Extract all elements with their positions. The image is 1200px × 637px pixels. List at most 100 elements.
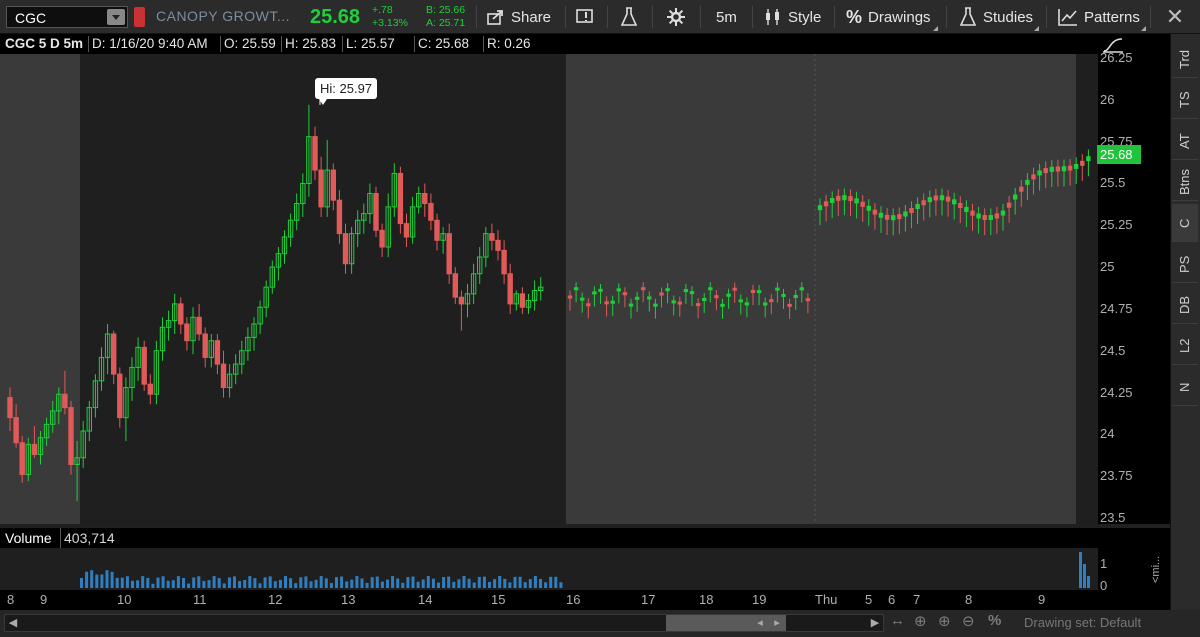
price-chart[interactable]: [0, 54, 1098, 524]
sidebar-tab-at[interactable]: AT: [1172, 122, 1198, 160]
drawings-label: Drawings: [868, 8, 931, 26]
candle-body: [647, 296, 652, 300]
crosshair-icon[interactable]: ⊕: [914, 612, 927, 630]
candle-body: [501, 249, 507, 275]
regular-session-bg: [80, 54, 566, 524]
scroll-left-icon[interactable]: ◀: [6, 615, 20, 631]
time-tick-label: 18: [699, 592, 714, 607]
volume-bar: [365, 582, 369, 588]
candle-body: [830, 198, 835, 204]
volume-bar: [355, 576, 359, 588]
candle-body: [677, 301, 682, 305]
timeframe-button[interactable]: 5m: [716, 0, 737, 34]
last-price: 25.68: [310, 6, 361, 28]
volume-bar: [161, 576, 165, 588]
volume-bar: [146, 577, 150, 588]
volume-bar: [166, 580, 170, 588]
time-tick-label: 5: [865, 592, 873, 607]
drawing-set-label[interactable]: Drawing set: Default: [1024, 615, 1170, 633]
sidebar-tab-label: N: [1177, 382, 1192, 392]
candle-body: [379, 229, 385, 248]
corner-mark: [933, 26, 938, 31]
candle-body: [336, 199, 343, 235]
volume-bar: [136, 580, 140, 588]
symbol-selector[interactable]: CGC: [6, 6, 128, 28]
candle-body: [62, 393, 68, 409]
share-icon: [487, 10, 503, 25]
candle-body: [1031, 174, 1036, 180]
candle-body: [756, 290, 762, 294]
volume-bar: [467, 578, 471, 588]
candle-body: [683, 289, 689, 293]
pct-change: +3.13%: [372, 17, 408, 29]
toolbar-divider: [1150, 6, 1151, 28]
volume-bar: [370, 577, 374, 588]
sidebar-tab-trd[interactable]: Trd: [1172, 40, 1198, 78]
candle-body: [763, 302, 768, 306]
sidebar-tab-db[interactable]: DB: [1172, 286, 1198, 324]
style-button[interactable]: Style: [764, 0, 821, 34]
time-tick-label: 12: [268, 592, 283, 607]
volume-bar: [207, 580, 211, 588]
alert-flag-icon[interactable]: [134, 7, 145, 27]
percent-icon[interactable]: %: [988, 612, 1001, 629]
candle-body: [318, 169, 324, 208]
patterns-button[interactable]: Patterns: [1058, 0, 1140, 34]
candle-body: [1086, 156, 1091, 162]
candle-body: [1074, 163, 1079, 169]
sidebar-tab-l2[interactable]: L2: [1172, 327, 1198, 365]
flag-chart-button[interactable]: [576, 0, 602, 34]
scroll-right-icon[interactable]: ▶: [868, 615, 882, 631]
chevron-left-icon[interactable]: ◂: [753, 615, 767, 631]
candle-body: [1061, 166, 1067, 172]
candle-body: [616, 288, 621, 292]
volume-bar: [406, 577, 410, 588]
volume-bar: [151, 583, 155, 588]
candle-body: [1049, 166, 1054, 172]
sidebar-tab-n[interactable]: N: [1172, 368, 1198, 406]
studies-button[interactable]: Studies: [959, 0, 1033, 34]
sidebar-tab-ts[interactable]: TS: [1172, 81, 1198, 119]
toolbar-divider: [946, 6, 947, 28]
candle-body: [592, 291, 597, 295]
sidebar-tab-ps[interactable]: PS: [1172, 245, 1198, 283]
pan-icon[interactable]: ↔: [890, 612, 905, 629]
volume-bar: [426, 576, 430, 588]
volume-bar: [549, 576, 553, 588]
flask-icon: [959, 7, 977, 26]
share-button[interactable]: Share: [487, 0, 551, 34]
candle-body: [452, 273, 459, 298]
price-axis[interactable]: [1098, 34, 1170, 524]
toolbar-divider: [834, 6, 835, 28]
volume-bar: [197, 576, 201, 588]
candle-body: [428, 203, 434, 221]
zoom-out-icon[interactable]: ⊖: [962, 612, 975, 630]
candle-body: [573, 287, 579, 291]
sidebar-tab-c[interactable]: C: [1172, 204, 1198, 242]
drawings-button[interactable]: % Drawings: [846, 0, 931, 34]
zoom-in-icon[interactable]: ⊕: [938, 612, 951, 630]
patterns-label: Patterns: [1084, 8, 1140, 26]
volume-label: Volume: [5, 530, 52, 546]
close-icon[interactable]: ✕: [1154, 3, 1196, 31]
candle-body: [909, 208, 914, 214]
sidebar-tab-label: PS: [1177, 255, 1192, 273]
scroll-thumb[interactable]: [666, 615, 786, 631]
volume-bar: [518, 576, 522, 588]
volume-chart[interactable]: [0, 548, 1098, 590]
candle-body: [750, 289, 756, 293]
time-tick-label: 17: [641, 592, 656, 607]
time-axis[interactable]: [0, 590, 1170, 612]
volume-bar: [253, 578, 257, 588]
sidebar-tab-btns[interactable]: Btns: [1172, 163, 1198, 201]
chevron-down-icon[interactable]: [107, 9, 125, 25]
volume-bar: [233, 576, 236, 588]
time-tick-label: 7: [913, 592, 921, 607]
candle-body: [489, 233, 495, 241]
volume-bar: [171, 580, 175, 588]
time-tick-label: Thu: [815, 592, 838, 607]
chevron-right-icon[interactable]: ▸: [770, 615, 784, 631]
flask-button[interactable]: [620, 0, 644, 34]
settings-button[interactable]: [667, 0, 691, 34]
candle-body: [178, 303, 184, 325]
